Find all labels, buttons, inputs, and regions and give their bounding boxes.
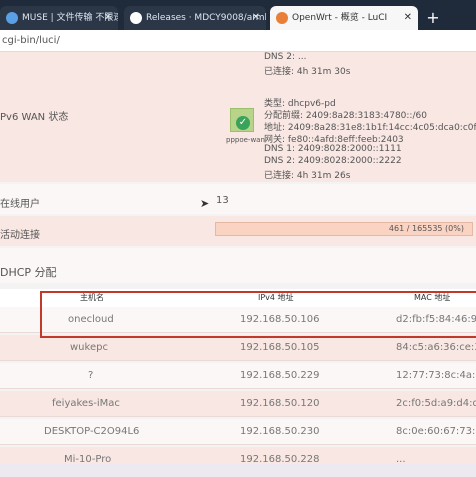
ipv4-cell: 192.168.50.120: [240, 398, 320, 409]
ipv4-cell: 192.168.50.230: [240, 426, 320, 437]
table-row[interactable]: wukepc 192.168.50.105 84:c5:a6:36:ce:3c: [0, 335, 476, 361]
active-connections-label: 活动连接: [0, 230, 40, 241]
online-users-row: 在线用户 13: [0, 184, 476, 214]
tab-openwrt[interactable]: OpenWrt - 概览 - LuCI ✕: [270, 6, 418, 30]
mac-cell: 2c:f0:5d:a9:d4:dc: [396, 398, 476, 409]
wan6-top-line: 已连接: 4h 31m 30s: [264, 67, 351, 77]
active-connections-bar: 461 / 165535 (0%): [215, 222, 473, 236]
mouse-cursor-icon: ➤: [200, 197, 210, 210]
browser-tab-bar: MUSE | 文件传输 不限速 高品质 ✕ Releases · MDCY900…: [0, 0, 476, 30]
mac-cell: 12:77:73:8c:4a:67: [396, 370, 476, 381]
tab-muse[interactable]: MUSE | 文件传输 不限速 高品质 ✕: [0, 6, 118, 30]
check-icon: ✓: [236, 116, 250, 130]
wan6-label: Pv6 WAN 状态: [0, 112, 69, 123]
taskbar: [0, 464, 476, 477]
ipv4-cell: 192.168.50.105: [240, 342, 320, 353]
tab-releases[interactable]: Releases · MDCY9008/armbia ✕: [124, 6, 266, 30]
mac-cell: 8c:0e:60:67:73:67: [396, 426, 476, 437]
wan6-line: DNS 2: 2409:8028:2000::2222: [264, 156, 402, 166]
hostname-cell: DESKTOP-C2O94L6: [44, 426, 140, 437]
openwrt-icon: [276, 11, 288, 24]
close-icon[interactable]: ✕: [104, 6, 112, 30]
dhcp-section-title: DHCP 分配: [0, 266, 57, 279]
active-connections-value: 461 / 165535 (0%): [388, 224, 464, 233]
address-text: cgi-bin/luci/: [2, 35, 60, 46]
icon-caption: pppoe-wan: [226, 136, 265, 144]
dhcp-header-row: DHCP 分配: [0, 248, 476, 283]
wan6-line: 已连接: 4h 31m 26s: [264, 171, 351, 181]
wan6-top-line: DNS 2: ...: [264, 52, 307, 62]
online-users-label: 在线用户: [0, 199, 40, 210]
table-row[interactable]: DESKTOP-C2O94L6 192.168.50.230 8c:0e:60:…: [0, 419, 476, 445]
overview-content: DNS 2: ... 已连接: 4h 31m 30s Pv6 WAN 状态 ✓ …: [0, 52, 476, 477]
github-icon: [130, 11, 142, 24]
close-icon[interactable]: ✕: [404, 6, 412, 30]
highlight-box: [40, 291, 476, 338]
hostname-cell: feiyakes-iMac: [52, 398, 120, 409]
close-icon[interactable]: ✕: [252, 6, 260, 30]
ipv4-cell: 192.168.50.229: [240, 370, 320, 381]
site-icon: [6, 11, 18, 24]
wan6-status-row: DNS 2: ... 已连接: 4h 31m 30s Pv6 WAN 状态 ✓ …: [0, 52, 476, 182]
wan6-line: DNS 1: 2409:8028:2000::1111: [264, 144, 402, 154]
table-row[interactable]: feiyakes-iMac 192.168.50.120 2c:f0:5d:a9…: [0, 391, 476, 417]
hostname-cell: wukepc: [70, 342, 108, 353]
online-users-value: 13: [216, 195, 229, 206]
new-tab-button[interactable]: +: [422, 9, 444, 27]
hostname-cell: ?: [88, 370, 94, 381]
address-bar[interactable]: cgi-bin/luci/: [0, 30, 476, 52]
table-row[interactable]: ? 192.168.50.229 12:77:73:8c:4a:67: [0, 363, 476, 389]
mac-cell: 84:c5:a6:36:ce:3c: [396, 342, 476, 353]
